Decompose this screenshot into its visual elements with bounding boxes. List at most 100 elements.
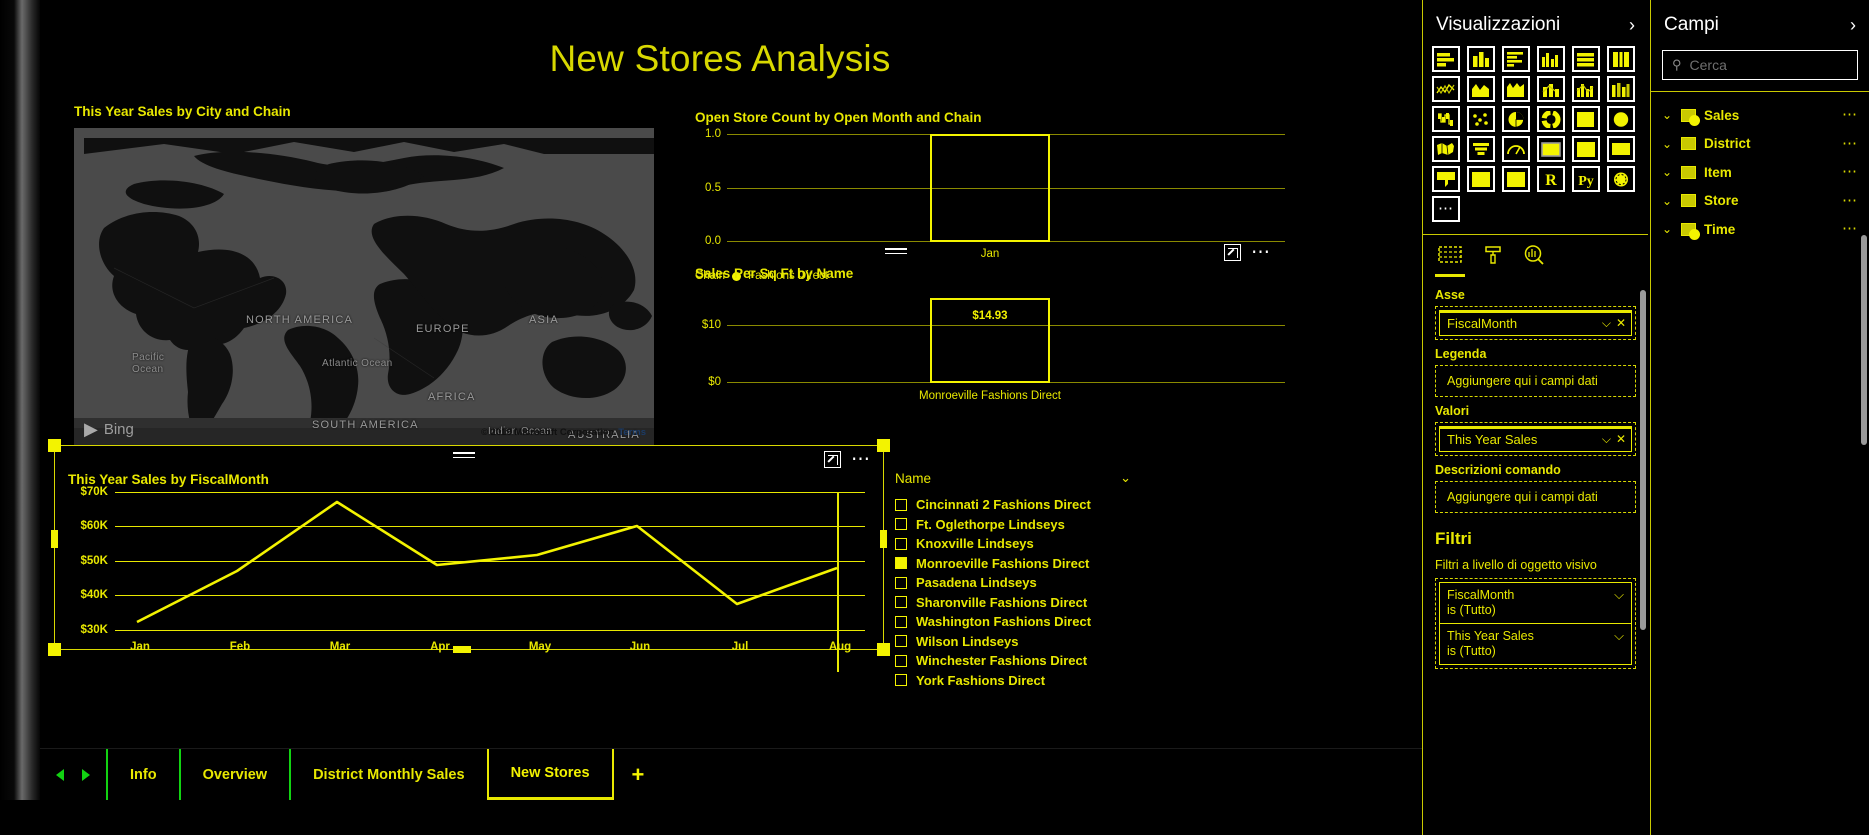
resize-handle-tl[interactable]	[48, 439, 61, 452]
map-terms-link[interactable]: Terms	[618, 427, 646, 438]
bar-jan[interactable]	[930, 134, 1050, 242]
checkbox-icon[interactable]	[895, 674, 907, 687]
expand-chevron-icon[interactable]: ⌄	[1662, 108, 1673, 122]
viz-icon-stacked-column-chart[interactable]	[1467, 46, 1495, 72]
page-tab-new-stores[interactable]: New Stores	[486, 749, 614, 800]
viz-icon-map[interactable]	[1432, 136, 1460, 162]
checkbox-icon[interactable]	[895, 635, 907, 648]
viz-icon-funnel[interactable]	[1467, 136, 1495, 162]
list-item[interactable]: Cincinnati 2 Fashions Direct	[895, 495, 1145, 515]
chevron-down-icon[interactable]: ⌵	[1614, 587, 1624, 603]
viz-icon-table[interactable]	[1467, 166, 1495, 192]
list-item[interactable]: Sharonville Fashions Direct	[895, 593, 1145, 613]
expand-chevron-icon[interactable]: ⌄	[1662, 137, 1673, 151]
line-chart-drag-handle[interactable]	[453, 452, 475, 461]
field-table-item[interactable]: ⌄ Item ⋯	[1651, 158, 1869, 187]
expand-chevron-icon[interactable]: ⌄	[1662, 165, 1673, 179]
visualizations-pane-scrollbar[interactable]	[1640, 290, 1646, 630]
checkbox-checked-icon[interactable]	[895, 557, 907, 570]
viz-icon-ribbon-chart[interactable]	[1607, 76, 1635, 102]
sales-per-sqft-visual[interactable]: ⋯ Sales Per Sq Ft by Name $10 $0 $14.93 …	[695, 238, 1285, 403]
viz-icon-clustered-column-chart[interactable]	[1537, 46, 1565, 72]
fields-well-tab[interactable]	[1435, 245, 1465, 277]
viz-icon-line-chart[interactable]	[1432, 76, 1460, 102]
chevron-down-icon[interactable]: ⌵	[1614, 628, 1624, 644]
filter-item-fiscalmonth[interactable]: ⌵ FiscalMonth is (Tutto)	[1439, 582, 1632, 624]
line-series-path[interactable]	[115, 492, 865, 631]
page-tab-district-monthly-sales[interactable]: District Monthly Sales	[289, 749, 486, 800]
viz-icon-r-script-visual[interactable]: R	[1537, 166, 1565, 192]
more-options-icon[interactable]: ⋯	[1842, 164, 1858, 179]
chevron-down-icon[interactable]: ⌄	[1120, 470, 1131, 486]
checkbox-icon[interactable]	[895, 576, 907, 589]
viz-icon-arcgis-map[interactable]	[1607, 166, 1635, 192]
viz-icon-donut-chart[interactable]	[1537, 106, 1565, 132]
viz-icon-filled-map[interactable]	[1607, 106, 1635, 132]
map-canvas[interactable]: NORTH AMERICA EUROPE ASIA AFRICA SOUTH A…	[74, 128, 654, 446]
viz-icon-card[interactable]	[1537, 136, 1565, 162]
checkbox-icon[interactable]	[895, 498, 907, 511]
format-well-tab[interactable]	[1483, 245, 1503, 277]
well-drop-asse[interactable]: FiscalMonth ⌵ ✕	[1435, 306, 1636, 340]
viz-icon-gauge[interactable]	[1502, 136, 1530, 162]
resize-handle-bl[interactable]	[48, 643, 61, 656]
viz-icon-100-stacked-bar-chart[interactable]	[1572, 46, 1600, 72]
viz-icon-multi-row-card[interactable]	[1572, 136, 1600, 162]
viz-icon-slicer[interactable]	[1432, 166, 1460, 192]
drag-handle[interactable]	[885, 248, 907, 257]
remove-field-icon[interactable]: ✕	[1616, 316, 1626, 330]
checkbox-icon[interactable]	[895, 596, 907, 609]
more-visuals-icon[interactable]: ⋯	[1432, 196, 1460, 222]
list-item[interactable]: Ft. Oglethorpe Lindseys	[895, 515, 1145, 535]
add-page-button[interactable]: +	[614, 749, 663, 800]
filters-card[interactable]: ⌵ FiscalMonth is (Tutto) ⌵ This Year Sal…	[1435, 578, 1636, 669]
viz-icon-kpi[interactable]	[1607, 136, 1635, 162]
well-drop-descrizioni-comando[interactable]: Aggiungere qui i campi dati	[1435, 481, 1636, 513]
field-table-store[interactable]: ⌄ Store ⋯	[1651, 187, 1869, 216]
viz-icon-100-stacked-column-chart[interactable]	[1607, 46, 1635, 72]
map-visual[interactable]: This Year Sales by City and Chain NORTH …	[74, 104, 654, 446]
focus-mode-icon[interactable]	[824, 451, 841, 468]
more-options-icon[interactable]: ⋯	[1842, 107, 1858, 122]
more-options-icon[interactable]: ⋯	[1842, 221, 1858, 236]
well-chip-fiscalmonth[interactable]: FiscalMonth ⌵ ✕	[1439, 310, 1632, 336]
checkbox-icon[interactable]	[895, 654, 907, 667]
field-table-time[interactable]: ⌄ Time ⋯	[1651, 215, 1869, 244]
list-item[interactable]: Knoxville Lindseys	[895, 534, 1145, 554]
viz-icon-line-clustered-column-chart[interactable]	[1572, 76, 1600, 102]
list-item[interactable]: Pasadena Lindseys	[895, 573, 1145, 593]
more-options-icon[interactable]: ⋯	[851, 450, 871, 469]
search-input[interactable]: ⚲ Cerca	[1662, 50, 1858, 80]
left-collapsed-rail[interactable]	[0, 0, 40, 800]
viz-icon-matrix[interactable]	[1502, 166, 1530, 192]
viz-icon-clustered-bar-chart[interactable]	[1502, 46, 1530, 72]
well-drop-legenda[interactable]: Aggiungere qui i campi dati	[1435, 365, 1636, 397]
expand-chevron-icon[interactable]: ⌄	[1662, 222, 1673, 236]
checkbox-icon[interactable]	[895, 537, 907, 550]
viz-icon-line-stacked-column-chart[interactable]	[1537, 76, 1565, 102]
viz-icon-stacked-area-chart[interactable]	[1502, 76, 1530, 102]
chevron-down-icon[interactable]: ⌵	[1602, 432, 1611, 447]
page-tab-info[interactable]: Info	[106, 749, 179, 800]
more-options-icon[interactable]: ⋯	[1842, 193, 1858, 208]
list-item[interactable]: Wilson Lindseys	[895, 632, 1145, 652]
fields-pane-scrollbar[interactable]	[1861, 235, 1867, 445]
viz-icon-scatter-chart[interactable]	[1467, 106, 1495, 132]
chevron-right-icon[interactable]: ›	[1850, 15, 1856, 36]
field-table-sales[interactable]: ⌄ Sales ⋯	[1651, 101, 1869, 130]
chevron-right-icon[interactable]: ›	[1629, 15, 1635, 36]
checkbox-icon[interactable]	[895, 518, 907, 531]
analytics-well-tab[interactable]	[1523, 245, 1545, 277]
list-item[interactable]: Monroeville Fashions Direct	[895, 554, 1145, 574]
expand-chevron-icon[interactable]: ⌄	[1662, 194, 1673, 208]
resize-handle-left[interactable]	[51, 530, 58, 548]
resize-handle-tr[interactable]	[877, 439, 890, 452]
viz-icon-pie-chart[interactable]	[1502, 106, 1530, 132]
more-options-icon[interactable]: ⋯	[1251, 243, 1271, 262]
list-item[interactable]: York Fashions Direct	[895, 671, 1145, 691]
list-item[interactable]: Winchester Fashions Direct	[895, 651, 1145, 671]
line-chart-visual[interactable]: ⋯ This Year Sales by FiscalMonth $70K $6…	[48, 439, 890, 672]
well-drop-valori[interactable]: This Year Sales ⌵ ✕	[1435, 422, 1636, 456]
chevron-down-icon[interactable]: ⌵	[1602, 316, 1611, 331]
field-table-district[interactable]: ⌄ District ⋯	[1651, 130, 1869, 159]
